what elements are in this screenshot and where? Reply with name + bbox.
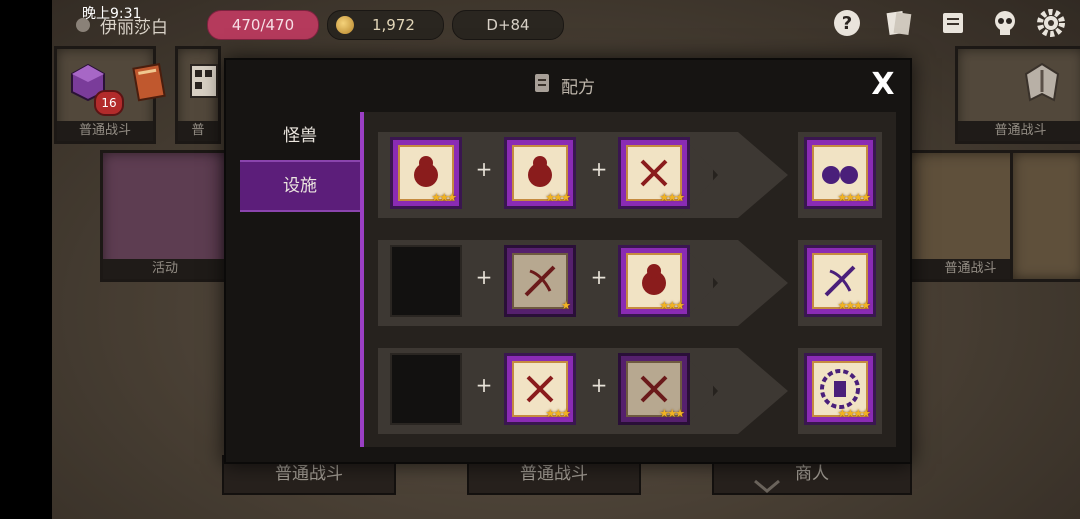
arrow-icon: [678, 348, 788, 434]
coin-icon: [336, 16, 354, 34]
ingredient-slot[interactable]: ★★★: [504, 353, 576, 425]
star-rating: ★★★★: [837, 407, 871, 420]
tab-monsters[interactable]: 怪兽: [240, 112, 360, 160]
gold-value: 1,972: [372, 16, 415, 34]
ingredient-slot[interactable]: ★★★: [504, 137, 576, 209]
svg-text:?: ?: [842, 13, 852, 34]
chevron-down-icon[interactable]: [752, 479, 782, 493]
star-rating: ★★★: [659, 191, 685, 204]
book-icon[interactable]: [130, 60, 170, 104]
recipe-modal: 配方 X 怪兽 设施 ★★★ + ★★★ + ★★★ ★★★★ + ★ + ★★…: [224, 58, 912, 493]
skull-icon[interactable]: [990, 8, 1020, 38]
ingredient-slot[interactable]: ★★★: [618, 353, 690, 425]
recipe-row: + ★★★ + ★★★ ★★★★: [378, 348, 883, 434]
plus-sign: +: [475, 373, 493, 397]
tab-label: 设施: [283, 176, 317, 196]
recipe-row: + ★ + ★★★ ★★★★: [378, 240, 883, 326]
ingredient-slot[interactable]: ★★★: [618, 245, 690, 317]
qr-card-icon[interactable]: [190, 64, 218, 98]
modal-title: 配方: [561, 78, 595, 98]
plus-sign: +: [475, 265, 493, 289]
plus-sign: +: [590, 373, 608, 397]
star-rating: ★★★★: [837, 299, 871, 312]
close-button[interactable]: X: [868, 68, 898, 102]
inventory-badge: 16: [94, 90, 124, 116]
result-slot[interactable]: ★★★★: [804, 353, 876, 425]
star-rating: ★: [561, 299, 571, 312]
plus-sign: +: [590, 157, 608, 181]
cards-icon[interactable]: [884, 8, 914, 38]
result-slot[interactable]: ★★★★: [804, 245, 876, 317]
star-rating: ★★★: [545, 191, 571, 204]
tab-facilities[interactable]: 设施: [240, 160, 360, 212]
star-rating: ★★★: [431, 191, 457, 204]
helmet-icon[interactable]: [1020, 60, 1064, 104]
recipe-list[interactable]: ★★★ + ★★★ + ★★★ ★★★★ + ★ + ★★★ ★★★★ + ★★…: [364, 112, 896, 493]
star-rating: ★★★: [545, 407, 571, 420]
arrow-icon: [678, 132, 788, 218]
status-time: 晚上9:31: [82, 6, 142, 22]
ingredient-slot-empty[interactable]: [390, 245, 462, 317]
star-rating: ★★★: [659, 299, 685, 312]
ingredient-slot-empty[interactable]: [390, 353, 462, 425]
scroll-icon[interactable]: [938, 8, 968, 38]
tab-label: 怪兽: [283, 126, 317, 146]
gear-icon[interactable]: [1036, 8, 1066, 38]
arrow-icon: [678, 240, 788, 326]
help-icon[interactable]: ?: [832, 8, 862, 38]
ingredient-slot[interactable]: ★: [504, 245, 576, 317]
screen-edge: [0, 0, 52, 519]
star-rating: ★★★: [659, 407, 685, 420]
plus-sign: +: [475, 157, 493, 181]
plus-sign: +: [590, 265, 608, 289]
day-counter: D+84: [452, 10, 564, 40]
star-rating: ★★★★: [837, 191, 871, 204]
hp-counter: 470/470: [207, 10, 319, 40]
ingredient-slot[interactable]: ★★★: [390, 137, 462, 209]
gold-counter: 1,972: [327, 10, 444, 40]
crossbow-icon: [524, 265, 556, 297]
result-slot[interactable]: ★★★★: [804, 137, 876, 209]
recipe-row: ★★★ + ★★★ + ★★★ ★★★★: [378, 132, 883, 218]
ingredient-slot[interactable]: ★★★: [618, 137, 690, 209]
